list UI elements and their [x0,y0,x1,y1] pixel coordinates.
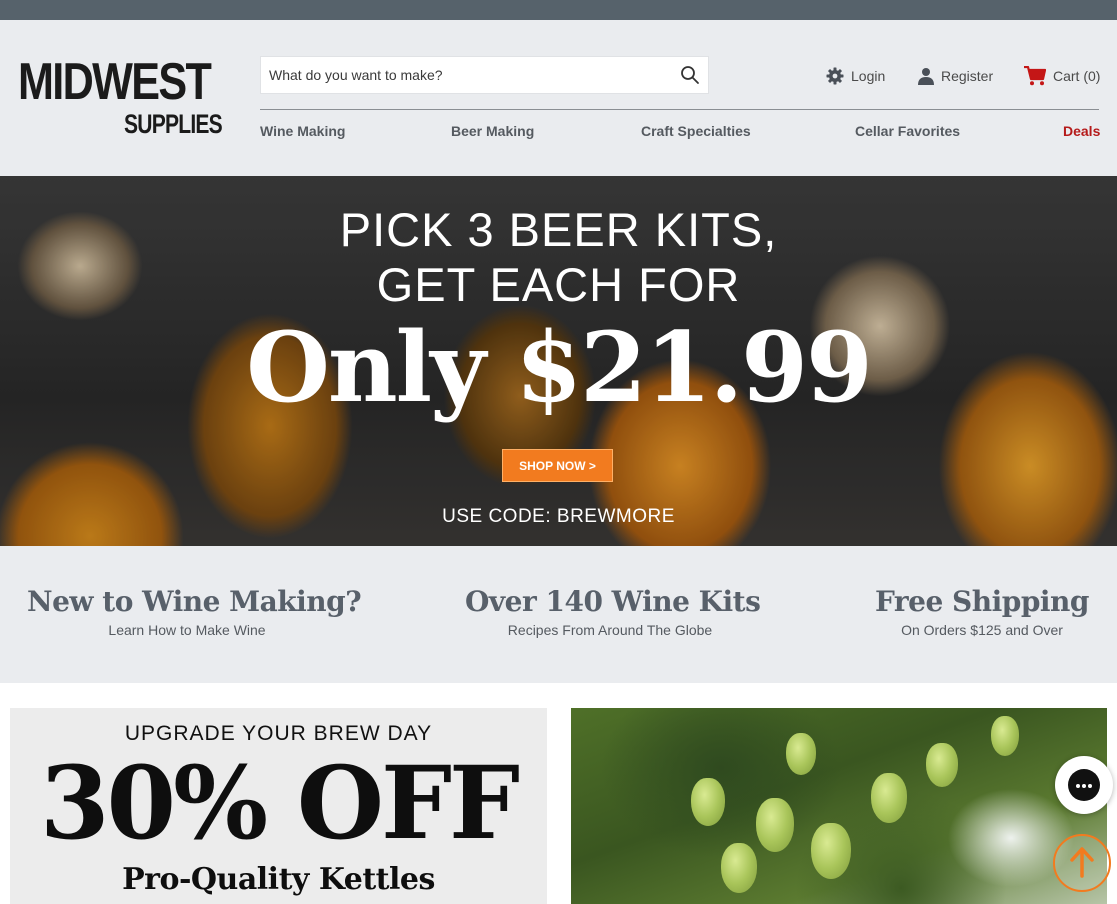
feature-wine-kits[interactable]: Over 140 Wine Kits Recipes From Around T… [465,584,761,640]
hop-cone-image [871,773,907,823]
nav-beer-making[interactable]: Beer Making [451,123,534,139]
feature-title: Free Shipping [875,585,1089,618]
header-divider [260,109,1099,110]
site-header: MIDWEST SUPPLIES Login [0,20,1117,176]
feature-subtitle: Recipes From Around The Globe [507,622,713,638]
hop-cone-image [926,743,958,787]
hop-cone-image [786,733,816,775]
promo-kicker: UPGRADE YOUR BREW DAY [124,722,433,745]
feature-subtitle: On Orders $125 and Over [901,622,1063,638]
hero-headline-2: GET EACH FOR [376,258,741,311]
login-link[interactable]: Login [826,64,885,88]
cart-label: Cart (0) [1053,68,1101,84]
hero-price: Only $21.99 [246,311,873,424]
kettle-promo-banner[interactable]: UPGRADE YOUR BREW DAY 30% OFF Pro-Qualit… [10,708,547,904]
gear-icon [826,67,844,85]
shop-now-button[interactable]: SHOP NOW > [502,449,613,482]
register-label: Register [941,68,994,84]
hops-promo-banner[interactable] [571,708,1107,904]
search-box [260,56,709,94]
user-icon [918,68,934,85]
feature-subtitle: Learn How to Make Wine [108,622,266,638]
hop-cone-image [756,798,794,852]
arrow-up-icon [1070,847,1094,878]
top-bar [0,0,1117,20]
feature-free-shipping[interactable]: Free Shipping On Orders $125 and Over [862,584,1102,640]
hero-banner[interactable]: PICK 3 BEER KITS, GET EACH FOR Only $21.… [0,176,1117,546]
feature-title: Over 140 Wine Kits [465,585,761,618]
chat-icon [1068,769,1100,801]
promo-discount: 30% OFF [39,744,520,862]
feature-title: New to Wine Making? [27,585,362,618]
register-link[interactable]: Register [918,64,993,88]
site-logo[interactable]: MIDWEST SUPPLIES [18,56,223,140]
features-strip: New to Wine Making? Learn How to Make Wi… [0,546,1117,683]
promo-code: USE CODE: BREWMORE [442,506,675,527]
scroll-to-top-button[interactable] [1053,834,1111,892]
search-input[interactable] [269,65,669,85]
logo-line-1: MIDWEST [18,53,212,111]
nav-craft-specialties[interactable]: Craft Specialties [641,123,751,139]
login-label: Login [851,68,886,84]
chat-widget-button[interactable] [1055,756,1113,814]
nav-deals[interactable]: Deals [1063,123,1100,139]
nav-wine-making[interactable]: Wine Making [260,123,345,139]
feature-new-to-wine[interactable]: New to Wine Making? Learn How to Make Wi… [27,584,362,640]
hero-headline-1: PICK 3 BEER KITS, [339,203,778,256]
cart-link[interactable]: Cart (0) [1024,64,1100,88]
search-icon[interactable] [680,65,700,85]
promo-product: Pro-Quality Kettles [122,862,435,897]
hop-cone-image [721,843,757,893]
nav-cellar-favorites[interactable]: Cellar Favorites [855,123,960,139]
hop-cone-image [691,778,725,826]
hop-cone-image [811,823,851,879]
cart-icon [1024,66,1046,86]
hop-cone-image [991,716,1019,756]
logo-line-2: SUPPLIES [124,109,223,139]
